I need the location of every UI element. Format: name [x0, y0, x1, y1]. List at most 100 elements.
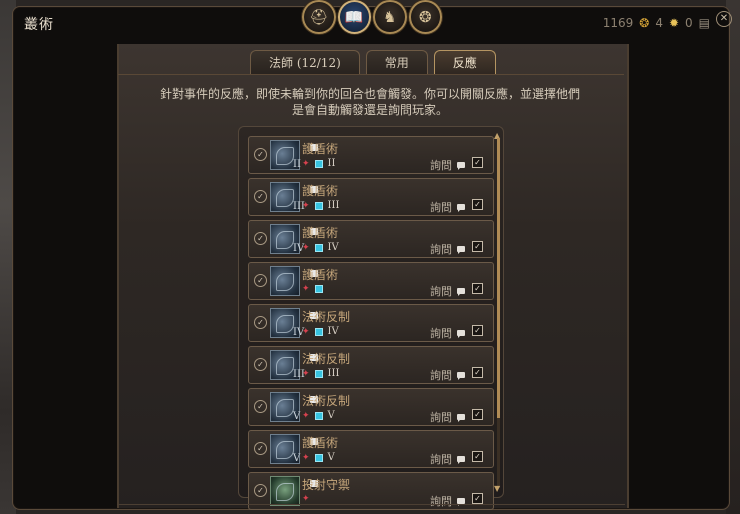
spell-icon: III [270, 350, 318, 380]
ask-checkbox[interactable]: ✓ [472, 367, 483, 378]
ask-option: 詢問 [430, 409, 465, 425]
reaction-row[interactable]: ✓ IV 護盾術 ✦ IV 詢問 ✓ [248, 220, 494, 258]
speech-bubble-icon [457, 246, 465, 254]
spellbook-icon[interactable]: 📖 [337, 0, 371, 34]
enabled-check-icon[interactable]: ✓ [254, 274, 267, 287]
ask-option: 詢問 [430, 241, 465, 257]
reaction-row[interactable]: ✓ III 法術反制 ✦ III 詢問 ✓ [248, 346, 494, 384]
currency-bar: 1169 ❂ 4 ✹ 0 ▤ [603, 16, 710, 30]
spell-level: V [327, 410, 335, 421]
gold-count: 1169 [602, 16, 634, 30]
enabled-check-icon[interactable]: ✓ [254, 358, 267, 371]
spell-slot-icon [314, 285, 323, 293]
scrollbar-thumb[interactable] [497, 138, 500, 418]
spell-icon [270, 266, 318, 296]
close-button[interactable]: ✕ [716, 11, 732, 27]
ask-checkbox[interactable]: ✓ [472, 241, 483, 252]
ask-label: 詢問 [430, 369, 452, 382]
speech-bubble-icon [457, 414, 465, 422]
reaction-name: 法術反制 [302, 394, 351, 408]
reaction-cost-icon: ✦ [302, 200, 310, 211]
reaction-name: 護盾術 [302, 142, 339, 156]
reaction-name: 投射守禦 [302, 478, 351, 492]
spell-icon-level: II [293, 159, 301, 170]
ask-label: 詢問 [430, 327, 452, 340]
party-icon[interactable]: ❂ [408, 0, 442, 34]
reaction-description: 針對事件的反應，即使未輪到你的回合也會觸發。你可以開關反應，並選擇他們 是會自動… [160, 86, 580, 118]
spell-icon: V [270, 392, 318, 422]
spell-icon-level: V [293, 411, 301, 422]
ask-checkbox[interactable]: ✓ [472, 157, 483, 168]
reaction-cost-icon: ✦ [302, 494, 310, 504]
reaction-cost: ✦ II [302, 158, 335, 169]
reaction-cost: ✦ [302, 284, 328, 294]
ask-label: 詢問 [430, 159, 452, 172]
reaction-row[interactable]: ✓ 護盾術 ✦ 詢問 ✓ [248, 262, 494, 300]
spell-level: V [327, 452, 335, 463]
reaction-row[interactable]: ✓ IV 法術反制 ✦ IV 詢問 ✓ [248, 304, 494, 342]
ask-option: 詢問 [430, 451, 465, 467]
spell-level: III [327, 368, 340, 379]
chess-knight-icon[interactable]: ♞ [373, 0, 407, 34]
reaction-name: 法術反制 [302, 352, 351, 366]
spell-icon [270, 476, 318, 506]
reaction-cost-icon: ✦ [302, 452, 310, 463]
reaction-name: 法術反制 [302, 310, 351, 324]
ask-option: 詢問 [430, 367, 465, 383]
spell-icon: III [270, 182, 318, 212]
enabled-check-icon[interactable]: ✓ [254, 484, 267, 497]
ask-checkbox[interactable]: ✓ [472, 325, 483, 336]
book-count: 0 [685, 16, 693, 30]
enabled-check-icon[interactable]: ✓ [254, 316, 267, 329]
spell-icon: IV [270, 308, 318, 338]
description-line-1: 針對事件的反應，即使未輪到你的回合也會觸發。你可以開關反應，並選擇他們 [160, 87, 581, 101]
reaction-cost: ✦ III [302, 368, 339, 379]
reaction-row[interactable]: ✓ V 護盾術 ✦ V 詢問 ✓ [248, 430, 494, 468]
tab-common[interactable]: 常用 [365, 50, 428, 75]
ask-label: 詢問 [430, 285, 452, 298]
ask-checkbox[interactable]: ✓ [472, 409, 483, 420]
ask-checkbox[interactable]: ✓ [472, 199, 483, 210]
ask-label: 詢問 [430, 411, 452, 424]
ask-option: 詢問 [430, 157, 465, 173]
reaction-cost: ✦ III [302, 200, 339, 211]
spell-icon: II [270, 140, 318, 170]
reaction-name: 護盾術 [302, 268, 339, 282]
ask-label: 詢問 [430, 453, 452, 466]
enabled-check-icon[interactable]: ✓ [254, 190, 267, 203]
reaction-name: 護盾術 [302, 436, 339, 450]
spell-level: III [327, 200, 340, 211]
reaction-cost: ✦ V [302, 452, 335, 463]
speech-bubble-icon [457, 288, 465, 296]
speech-bubble-icon [457, 456, 465, 464]
spell-slot-icon [314, 453, 323, 462]
tab-reactions[interactable]: 反應 [433, 50, 496, 75]
enabled-check-icon[interactable]: ✓ [254, 442, 267, 455]
reaction-row[interactable]: ✓ V 法術反制 ✦ V 詢問 ✓ [248, 388, 494, 426]
enabled-check-icon[interactable]: ✓ [254, 148, 267, 161]
ask-checkbox[interactable]: ✓ [472, 451, 483, 462]
enabled-check-icon[interactable]: ✓ [254, 400, 267, 413]
ask-option: 詢問 [430, 283, 465, 299]
tab-wizard[interactable]: 法師 (12/12) [250, 50, 360, 75]
ask-checkbox[interactable]: ✓ [472, 283, 483, 294]
tab-bar: 法師 (12/12) 常用 反應 [250, 50, 496, 75]
enabled-check-icon[interactable]: ✓ [254, 232, 267, 245]
panel-bottom-edge [117, 504, 625, 505]
reaction-cost: ✦ [302, 494, 315, 504]
reaction-name: 護盾術 [302, 226, 339, 240]
scrollbar[interactable] [497, 138, 500, 488]
ask-checkbox[interactable]: ✓ [472, 493, 483, 504]
reaction-cost-icon: ✦ [302, 326, 310, 337]
book-icon: ▤ [698, 16, 710, 30]
reaction-row[interactable]: ✓ III 護盾術 ✦ III 詢問 ✓ [248, 178, 494, 216]
helmet-icon[interactable]: ⛑ [302, 0, 336, 34]
ask-option: 詢問 [430, 325, 465, 341]
spell-slot-icon [314, 159, 323, 168]
scroll-down-icon[interactable]: ▼ [494, 484, 500, 493]
gold-icon: ❂ [639, 16, 650, 30]
reaction-list: ✓ II 護盾術 ✦ II 詢問 ✓ ✓ III 護盾術 ✦ III 詢問 ✓ … [248, 136, 494, 514]
reaction-row[interactable]: ✓ II 護盾術 ✦ II 詢問 ✓ [248, 136, 494, 174]
spell-slot-icon [314, 369, 323, 378]
ask-label: 詢問 [430, 243, 452, 256]
